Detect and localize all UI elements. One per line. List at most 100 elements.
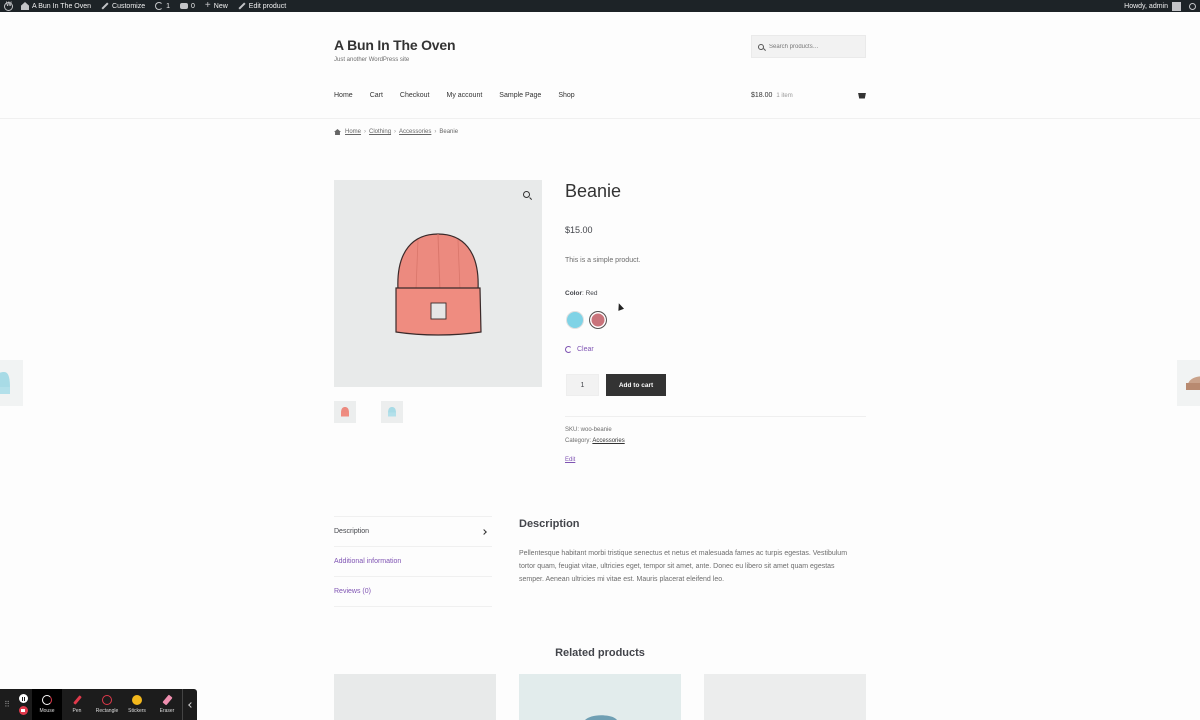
tab-additional-information[interactable]: Additional information [334, 546, 492, 576]
product-tabs: Description Additional information Revie… [334, 516, 492, 607]
color-selected-value: : Red [581, 290, 598, 297]
collapse-toolbar-button[interactable] [182, 689, 196, 720]
basket-icon [858, 92, 866, 99]
mouse-icon [42, 695, 52, 705]
gallery-thumbnail-blue[interactable] [381, 401, 403, 423]
summary-divider [565, 416, 866, 417]
search-icon [758, 43, 764, 50]
pen-icon [72, 695, 82, 705]
site-title[interactable]: A Bun In The Oven [334, 37, 456, 53]
eraser-icon [161, 694, 173, 706]
refresh-icon [565, 346, 572, 353]
admin-bar-updates[interactable]: 1 [155, 2, 170, 10]
edit-product-link[interactable]: Edit [565, 457, 575, 463]
admin-bar-site-name: A Bun In The Oven [32, 2, 92, 10]
wordpress-logo-icon[interactable] [4, 1, 13, 11]
tool-label: Rectangle [95, 708, 119, 714]
header-divider [0, 118, 1200, 119]
color-label: Color [565, 290, 582, 297]
previous-product-link[interactable] [0, 360, 23, 406]
updates-count: 1 [166, 2, 171, 10]
header-cart[interactable]: $18.00 1 item [751, 92, 866, 99]
product-title: Beanie [565, 181, 622, 201]
related-product-card[interactable] [519, 674, 681, 720]
mouse-cursor-icon [615, 302, 625, 311]
admin-bar-howdy[interactable]: Howdy, admin [1124, 3, 1168, 10]
plus-icon: + [204, 0, 211, 11]
breadcrumb-clothing[interactable]: Clothing [369, 129, 391, 135]
gallery-thumbnail-red[interactable] [334, 401, 356, 423]
zoom-icon[interactable] [523, 191, 530, 198]
clear-selection-link[interactable]: Clear [565, 346, 594, 353]
nav-cart[interactable]: Cart [370, 92, 383, 99]
cart-count: 1 item [776, 92, 793, 99]
nav-shop[interactable]: Shop [558, 92, 574, 99]
related-product-card[interactable] [334, 674, 496, 720]
color-attribute-label: Color: Red [565, 290, 598, 297]
site-tagline: Just another WordPress site [334, 57, 410, 63]
tab-reviews[interactable]: Reviews (0) [334, 576, 492, 606]
related-product-card[interactable] [704, 674, 866, 720]
beanie-thumbnail-image [341, 407, 349, 417]
category-label: Category: [565, 438, 593, 444]
updates-icon [155, 2, 164, 10]
beanie-thumbnail-image [388, 407, 396, 417]
tab-label: Description [334, 528, 370, 535]
category-link[interactable]: Accessories [592, 438, 624, 444]
admin-bar-customize[interactable]: Customize [101, 2, 145, 10]
rectangle-icon [102, 695, 112, 705]
primary-nav: Home Cart Checkout My account Sample Pag… [334, 92, 592, 99]
pause-icon[interactable] [18, 694, 28, 703]
breadcrumb-separator: › [364, 129, 367, 135]
next-product-link[interactable] [1177, 360, 1200, 406]
nav-home[interactable]: Home [334, 92, 353, 99]
breadcrumb-current: Beanie [439, 129, 459, 135]
search-icon[interactable] [1189, 2, 1196, 10]
recording-toolbar: ⠿ Mouse Pen Rectangle Stickers Eraser [0, 689, 197, 720]
breadcrumb-separator: › [394, 129, 397, 135]
quantity-input[interactable] [566, 374, 599, 396]
recording-controls [14, 689, 32, 720]
product-gallery-main-image[interactable] [334, 180, 542, 387]
color-swatch-blue[interactable] [566, 311, 584, 329]
chevron-left-icon [187, 701, 194, 708]
product-short-description: This is a simple product. [565, 257, 641, 264]
home-icon [334, 129, 341, 135]
pencil-icon [238, 2, 246, 10]
tool-stickers[interactable]: Stickers [122, 689, 152, 720]
breadcrumb-home[interactable]: Home [345, 129, 361, 135]
tool-pen[interactable]: Pen [62, 689, 92, 720]
chevron-right-icon [481, 528, 487, 535]
description-panel-text: Pellentesque habitant morbi tristique se… [519, 550, 848, 583]
home-icon [21, 2, 29, 10]
cart-amount: $18.00 [751, 92, 773, 99]
breadcrumb-separator: › [434, 129, 437, 135]
add-to-cart-button[interactable]: Add to cart [606, 374, 666, 396]
stop-icon[interactable] [18, 706, 28, 715]
nav-sample-page[interactable]: Sample Page [499, 92, 541, 99]
tool-mouse[interactable]: Mouse [32, 689, 62, 720]
tabs-divider [334, 606, 492, 607]
admin-bar-site-link[interactable]: A Bun In The Oven [21, 2, 91, 10]
tab-description[interactable]: Description [334, 516, 492, 546]
nav-my-account[interactable]: My account [447, 92, 483, 99]
product-search[interactable] [751, 35, 866, 58]
description-panel-title: Description [519, 518, 580, 530]
admin-bar-edit-product[interactable]: Edit product [238, 2, 286, 10]
search-input[interactable] [769, 43, 859, 50]
product-sku: SKU: woo-beanie [565, 427, 612, 433]
drag-handle-icon[interactable]: ⠿ [0, 689, 14, 720]
admin-bar-new[interactable]: + New [204, 0, 228, 11]
admin-bar-comments[interactable]: 0 [180, 3, 195, 10]
tool-eraser[interactable]: Eraser [152, 689, 182, 720]
admin-bar-edit-label: Edit product [248, 2, 287, 10]
sticker-icon [132, 695, 142, 705]
nav-checkout[interactable]: Checkout [400, 92, 430, 99]
breadcrumb-accessories[interactable]: Accessories [399, 129, 431, 135]
tool-rectangle[interactable]: Rectangle [92, 689, 122, 720]
admin-bar-new-label: New [213, 2, 228, 10]
tool-label: Pen [72, 708, 82, 714]
avatar[interactable] [1172, 1, 1181, 11]
color-swatch-red[interactable] [589, 311, 607, 329]
comments-count: 0 [191, 2, 195, 10]
